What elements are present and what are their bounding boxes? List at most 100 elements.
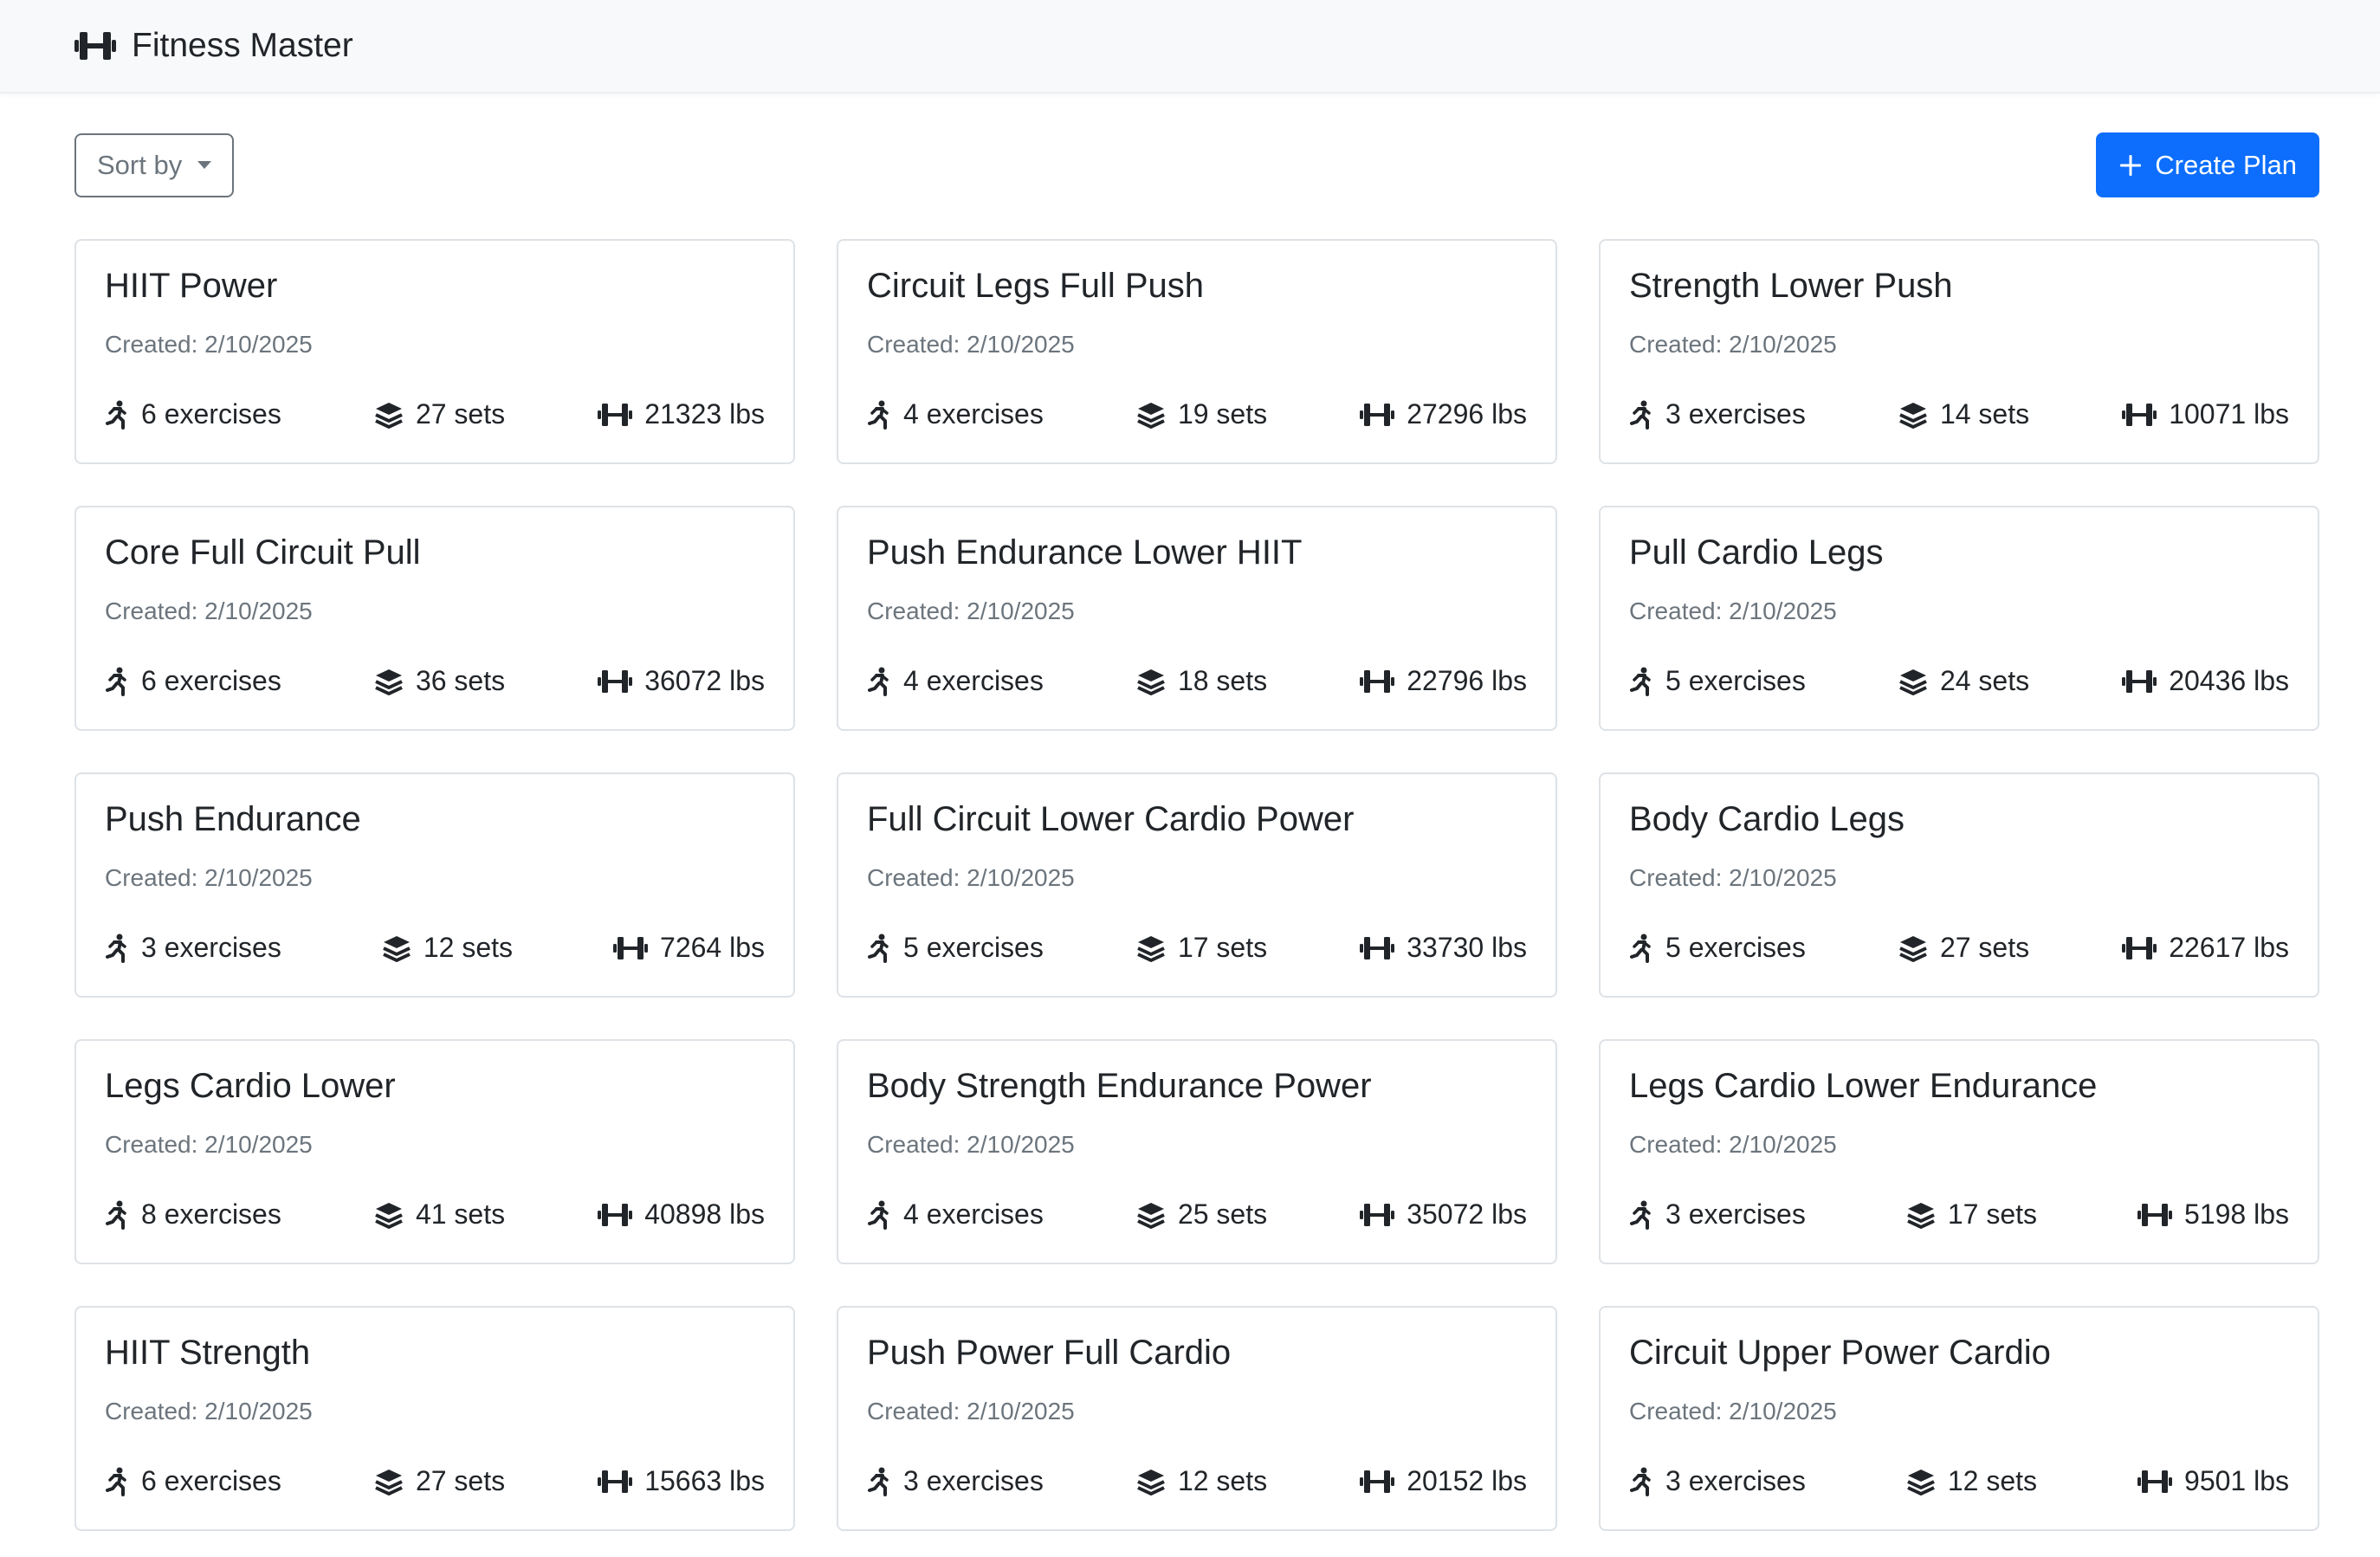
sets-count: 19 sets: [1177, 398, 1268, 430]
plan-card[interactable]: Push Endurance Created: 2/10/2025 3 exer…: [74, 772, 795, 998]
plan-title: Core Full Circuit Pull: [105, 533, 421, 572]
plan-title: Pull Cardio Legs: [1629, 533, 1884, 572]
exercises-count: 6 exercises: [141, 398, 281, 430]
weight-stat: 35072 lbs: [1360, 1198, 1527, 1231]
sets-stat: 24 sets: [1898, 665, 2029, 697]
running-icon: [867, 400, 891, 430]
running-icon: [1629, 934, 1653, 963]
sets-stat: 25 sets: [1136, 1198, 1267, 1231]
sort-dropdown-button[interactable]: Sort by: [74, 132, 235, 197]
plan-stats: 3 exercises 12 sets: [105, 932, 765, 964]
dumbbell-icon: [74, 29, 116, 63]
dumbbell-icon: [1360, 401, 1395, 429]
plan-card[interactable]: Push Power Full Cardio Created: 2/10/202…: [837, 1306, 1557, 1531]
dumbbell-icon: [1360, 934, 1395, 962]
dumbbell-icon: [2122, 401, 2157, 429]
plan-title: Strength Lower Push: [1629, 267, 1953, 305]
layers-icon: [1906, 1201, 1936, 1229]
exercises-count: 4 exercises: [903, 1198, 1044, 1230]
running-icon: [1629, 400, 1653, 430]
plan-card[interactable]: Pull Cardio Legs Created: 2/10/2025 5 ex…: [1599, 506, 2319, 731]
exercises-stat: 3 exercises: [1629, 1198, 1806, 1231]
sets-stat: 12 sets: [1136, 1465, 1267, 1497]
exercises-stat: 4 exercises: [867, 665, 1044, 697]
plan-card[interactable]: Core Full Circuit Pull Created: 2/10/202…: [74, 506, 795, 731]
exercises-stat: 5 exercises: [867, 932, 1044, 964]
weight-total: 35072 lbs: [1407, 1198, 1527, 1230]
plan-card[interactable]: Legs Cardio Lower Endurance Created: 2/1…: [1599, 1039, 2319, 1264]
layers-icon: [1136, 934, 1166, 962]
sets-stat: 27 sets: [374, 1465, 505, 1497]
weight-total: 20152 lbs: [1407, 1465, 1527, 1496]
layers-icon: [1898, 668, 1928, 695]
sets-count: 12 sets: [423, 932, 514, 963]
plan-stats: 5 exercises 27 sets 22617 lbs: [1629, 932, 2289, 964]
exercises-stat: 6 exercises: [105, 398, 281, 430]
navbar: Fitness Master: [0, 0, 2380, 94]
exercises-count: 3 exercises: [141, 932, 281, 963]
layers-icon: [1136, 1201, 1166, 1229]
dumbbell-icon: [2122, 668, 2157, 695]
plan-card[interactable]: Full Circuit Lower Cardio Power Created:…: [837, 772, 1557, 998]
plan-created-date: Created: 2/10/2025: [1629, 864, 1837, 891]
weight-stat: 40898 lbs: [598, 1198, 765, 1231]
plan-stats: 5 exercises 24 sets 20436 lbs: [1629, 665, 2289, 697]
weight-total: 33730 lbs: [1407, 932, 1527, 963]
plan-title: Push Endurance: [105, 800, 361, 838]
weight-total: 36072 lbs: [644, 665, 765, 696]
plan-stats: 4 exercises 19 sets 27296 lbs: [867, 398, 1527, 430]
plan-card[interactable]: Body Strength Endurance Power Created: 2…: [837, 1039, 1557, 1264]
sets-count: 41 sets: [415, 1198, 506, 1230]
weight-stat: 15663 lbs: [598, 1465, 765, 1497]
plan-card[interactable]: Circuit Legs Full Push Created: 2/10/202…: [837, 239, 1557, 464]
plan-created-date: Created: 2/10/2025: [867, 1131, 1075, 1158]
dumbbell-icon: [598, 1201, 633, 1229]
weight-stat: 21323 lbs: [598, 398, 765, 430]
plan-title: HIIT Strength: [105, 1334, 311, 1372]
plan-card[interactable]: Push Endurance Lower HIIT Created: 2/10/…: [837, 506, 1557, 731]
sets-count: 17 sets: [1947, 1198, 2038, 1230]
exercises-stat: 6 exercises: [105, 665, 281, 697]
plan-card[interactable]: Body Cardio Legs Created: 2/10/2025 5 ex…: [1599, 772, 2319, 998]
plan-card[interactable]: Legs Cardio Lower Created: 2/10/2025 8 e…: [74, 1039, 795, 1264]
exercises-count: 3 exercises: [1665, 1198, 1806, 1230]
plan-title: Legs Cardio Lower: [105, 1067, 396, 1105]
weight-stat: 22796 lbs: [1360, 665, 1527, 697]
running-icon: [105, 1200, 129, 1230]
brand[interactable]: Fitness Master: [74, 27, 353, 65]
sets-count: 24 sets: [1939, 665, 2030, 696]
exercises-count: 3 exercises: [1665, 398, 1806, 430]
plan-card[interactable]: Strength Lower Push Created: 2/10/2025 3…: [1599, 239, 2319, 464]
sets-stat: 36 sets: [374, 665, 505, 697]
exercises-stat: 3 exercises: [105, 932, 281, 964]
plan-stats: 6 exercises 27 sets: [105, 398, 765, 430]
plan-created-date: Created: 2/10/2025: [105, 1398, 313, 1425]
plan-card[interactable]: HIIT Strength Created: 2/10/2025 6 exerc…: [74, 1306, 795, 1531]
exercises-stat: 3 exercises: [1629, 398, 1806, 430]
dumbbell-icon: [598, 401, 633, 429]
plan-card[interactable]: Circuit Upper Power Cardio Created: 2/10…: [1599, 1306, 2319, 1531]
toolbar: Sort by Create Plan: [0, 132, 2380, 197]
plan-title: Legs Cardio Lower Endurance: [1629, 1067, 2098, 1105]
running-icon: [1629, 1200, 1653, 1230]
sets-stat: 14 sets: [1898, 398, 2029, 430]
sets-count: 18 sets: [1177, 665, 1268, 696]
sets-count: 27 sets: [415, 398, 506, 430]
plan-created-date: Created: 2/10/2025: [1629, 1398, 1837, 1425]
plan-stats: 3 exercises 14 sets 10071 lbs: [1629, 398, 2289, 430]
plan-card[interactable]: HIIT Power Created: 2/10/2025 6 exercise…: [74, 239, 795, 464]
plus-icon: [2118, 153, 2143, 178]
layers-icon: [1136, 1468, 1166, 1496]
create-plan-button[interactable]: Create Plan: [2096, 132, 2319, 197]
weight-total: 27296 lbs: [1407, 398, 1527, 430]
weight-total: 9501 lbs: [2184, 1465, 2289, 1496]
running-icon: [105, 934, 129, 963]
exercises-count: 3 exercises: [1665, 1465, 1806, 1496]
weight-stat: 36072 lbs: [598, 665, 765, 697]
exercises-stat: 3 exercises: [1629, 1465, 1806, 1497]
weight-stat: 27296 lbs: [1360, 398, 1527, 430]
dumbbell-icon: [613, 934, 649, 962]
weight-total: 7264 lbs: [660, 932, 765, 963]
running-icon: [105, 667, 129, 696]
sort-label: Sort by: [97, 149, 183, 180]
